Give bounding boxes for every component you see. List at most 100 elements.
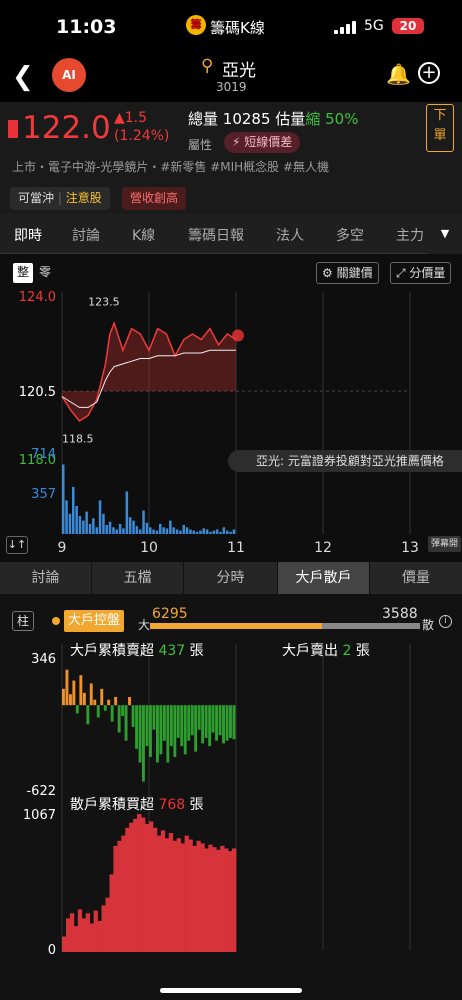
tab-discussion[interactable]: 討論: [72, 225, 100, 245]
tab-kline[interactable]: K線: [132, 225, 155, 245]
subtab-time-share[interactable]: 分時: [184, 562, 278, 594]
big-net-bar: [107, 699, 111, 706]
attribute-badge[interactable]: ⚡ 短線價差: [224, 132, 301, 153]
stock-name[interactable]: 亞光: [222, 56, 256, 81]
volume-label: 總量: [188, 110, 219, 128]
big-net-bar: [100, 688, 104, 706]
ai-robot-icon[interactable]: AI: [52, 58, 86, 92]
retail-bar: [216, 849, 221, 952]
retail-bar: [62, 936, 67, 952]
control-badge: 大戶控盤: [64, 610, 125, 632]
big-y-top: 346: [31, 652, 56, 667]
estimate-pct: 50%: [325, 110, 359, 128]
back-arrow-icon[interactable]: ❮: [12, 62, 34, 92]
app-logo-icon: 籌: [186, 15, 206, 35]
stock-code: 3019: [216, 80, 247, 94]
volume-bar: [108, 521, 112, 534]
status-time: 11:03: [56, 16, 117, 38]
volume-bar: [182, 525, 185, 534]
big-net-bar: [96, 705, 100, 718]
tabs-more-icon[interactable]: ▼: [428, 214, 462, 254]
big-sell-unit: 張: [355, 643, 370, 659]
volume-bar: [229, 531, 232, 534]
retail-bar: [77, 909, 83, 952]
volume-bar: [62, 464, 65, 534]
order-button[interactable]: 下單: [426, 104, 454, 152]
daytrade-label: 可當沖: [18, 191, 55, 205]
add-watchlist-icon[interactable]: +: [418, 62, 440, 84]
retail-bar: [105, 897, 110, 952]
big-net-stat: 大戶累積賣超 437 張: [70, 640, 204, 660]
retail-bar: [89, 923, 94, 952]
revenue-pill[interactable]: 營收創高: [122, 187, 187, 210]
big-net-bar: [204, 705, 208, 738]
big-net-bar: [187, 705, 191, 741]
retail-bar: [81, 918, 87, 952]
big-net-bar: [183, 705, 187, 755]
swap-icon[interactable]: ↓↑: [6, 536, 28, 554]
subtab-big-small[interactable]: 大戶散戶: [278, 562, 370, 594]
volume-bar: [215, 529, 219, 534]
volume-bar: [72, 486, 75, 534]
volume-bar: [128, 517, 132, 534]
danmu-toggle[interactable]: 彈幕開: [428, 536, 462, 552]
big-net-bar: [86, 705, 90, 725]
price-change: ▲1.5: [114, 110, 148, 126]
retail-bar: [168, 833, 174, 952]
retail-bar: [212, 847, 217, 952]
column-toggle-button[interactable]: 柱: [12, 611, 34, 631]
volume-bar: [162, 527, 165, 534]
retail-bar: [121, 835, 126, 952]
subtab-discussion[interactable]: 討論: [0, 562, 92, 594]
big-net-bar: [131, 705, 135, 727]
volume-bar: [175, 529, 179, 534]
news-tip[interactable]: 亞光: 元富證券投顧對亞光推薦價格: [228, 450, 462, 472]
big-net-bar: [162, 705, 166, 741]
big-value: 6295: [152, 606, 188, 622]
big-net-bar: [152, 705, 156, 730]
info-icon[interactable]: i: [439, 615, 452, 628]
big-net-unit: 張: [189, 643, 204, 659]
trade-status-pill[interactable]: 可當沖 | 注意股: [10, 187, 110, 210]
search-icon[interactable]: ⚲: [201, 56, 213, 76]
vol-label-top: 714: [31, 447, 56, 462]
big-net-bar: [89, 683, 93, 706]
subtab-price-volume[interactable]: 價量: [370, 562, 462, 594]
y-label-high: 124.0: [19, 290, 56, 305]
retail-bar: [232, 848, 237, 952]
big-net-bar: [79, 675, 83, 706]
volume-bar: [142, 510, 145, 534]
big-sell-label: 大戶賣出: [282, 643, 338, 659]
volume-bar: [159, 523, 162, 534]
stock-tags[interactable]: 上市・電子中游-光學鏡片・#新零售 #MIH概念股 #無人機: [12, 158, 329, 175]
volume-bar: [192, 530, 195, 534]
x-tick-label: 13: [401, 540, 419, 556]
retail-bar: [188, 839, 193, 952]
bell-icon[interactable]: 🔔: [386, 62, 411, 86]
tab-main-force[interactable]: 主力: [396, 225, 424, 245]
tab-long-short[interactable]: 多空: [336, 225, 364, 245]
big-net-bar: [232, 705, 236, 740]
retail-bar: [164, 838, 170, 952]
volume-bar: [105, 525, 108, 534]
retail-bar: [149, 821, 154, 952]
big-net-bar: [169, 705, 173, 747]
tab-institutional[interactable]: 法人: [276, 225, 304, 245]
retail-label: 散戶累積買超: [70, 797, 154, 813]
volume-bar: [165, 528, 169, 534]
subtab-five-levels[interactable]: 五檔: [92, 562, 184, 594]
vol-label-mid: 357: [31, 487, 56, 502]
tab-realtime[interactable]: 即時: [14, 225, 42, 245]
big-net-bar: [222, 705, 225, 744]
retail-bar: [129, 822, 134, 952]
big-net-bar: [194, 705, 198, 752]
volume-bar: [139, 529, 142, 534]
volume-bar: [98, 500, 102, 534]
volume-bar: [212, 530, 216, 534]
home-indicator: [160, 988, 302, 993]
tab-chip-daily[interactable]: 籌碼日報: [188, 225, 244, 245]
big-net-value: 437: [158, 643, 186, 659]
volume-bar: [78, 516, 82, 534]
status-app-name: 籌碼K線: [210, 19, 265, 37]
big-label: 大: [138, 618, 151, 632]
